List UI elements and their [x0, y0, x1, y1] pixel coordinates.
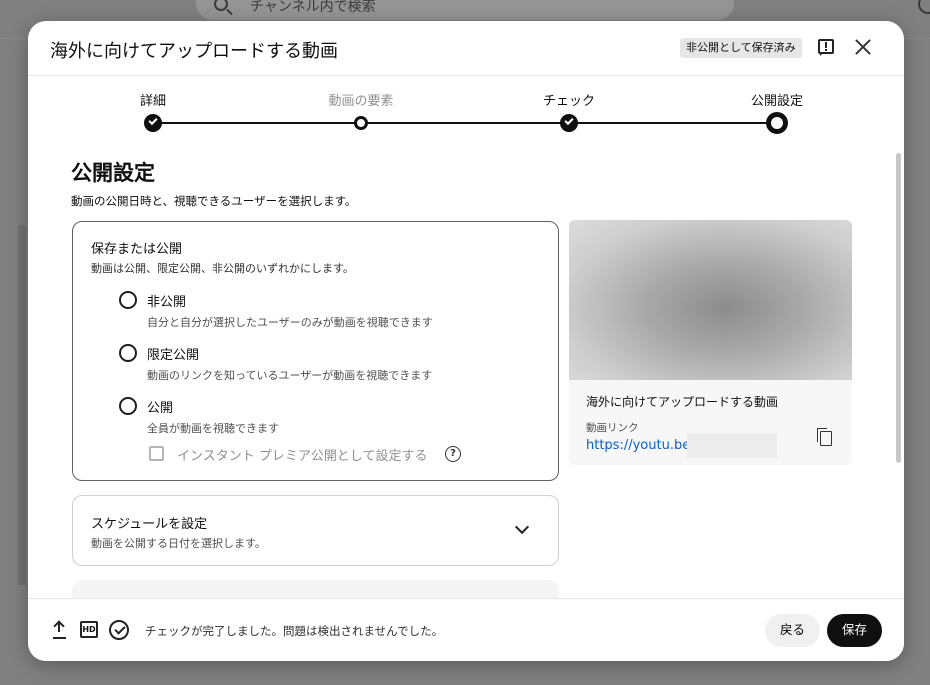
upload-dialog: 海外に向けてアップロードする動画 非公開として保存済み 詳細 動画の要素 チェッ…	[28, 21, 904, 661]
video-preview: 海外に向けてアップロードする動画 動画リンク https://youtu.be/	[569, 220, 852, 465]
schedule-description: 動画を公開する日付を選択します。	[91, 537, 266, 550]
dialog-header: 海外に向けてアップロードする動画 非公開として保存済み	[28, 21, 904, 76]
video-link[interactable]: https://youtu.be/	[586, 438, 695, 453]
dialog-footer: HD チェックが完了しました。問題は検出されませんでした。 戻る 保存	[28, 598, 904, 661]
divider	[18, 225, 26, 585]
hd-icon: HD	[80, 621, 98, 638]
radio-description-unlisted: 動画のリンクを知っているユーザーが動画を視聴できます	[147, 369, 433, 382]
feedback-icon-tail	[820, 52, 824, 56]
back-button[interactable]: 戻る	[765, 614, 820, 647]
save-button[interactable]: 保存	[827, 614, 882, 647]
card-description: 動画は公開、限定公開、非公開のいずれかにします。	[91, 262, 354, 275]
copy-icon[interactable]	[817, 428, 832, 446]
help-icon	[918, 0, 930, 14]
schedule-title: スケジュールを設定	[91, 517, 208, 532]
radio-label-private[interactable]: 非公開	[147, 291, 186, 310]
visibility-panel: 公開設定 動画の公開日時と、視聴できるユーザーを選択します。 保存または公開 動…	[28, 77, 904, 598]
video-link-label: 動画リンク	[586, 422, 639, 434]
radio-description-private: 自分と自分が選択したユーザーのみが動画を視聴できます	[147, 316, 433, 329]
help-icon[interactable]: ?	[445, 446, 461, 462]
card-title: 保存または公開	[91, 242, 183, 257]
status-badge: 非公開として保存済み	[680, 38, 802, 58]
preview-video-title: 海外に向けてアップロードする動画	[586, 395, 779, 409]
save-or-publish-card: 保存または公開 動画は公開、限定公開、非公開のいずれかにします。 非公開 自分と…	[72, 221, 559, 481]
section-description: 動画の公開日時と、視聴できるユーザーを選択します。	[71, 194, 357, 208]
close-icon[interactable]	[854, 38, 872, 56]
search-icon	[214, 0, 228, 11]
upload-icon	[53, 621, 65, 635]
video-thumbnail[interactable]	[569, 220, 852, 380]
footer-status-text: チェックが完了しました。問題は検出されませんでした。	[145, 624, 444, 638]
chevron-down-icon[interactable]	[514, 519, 530, 535]
link-redaction	[687, 433, 777, 458]
next-card	[72, 580, 559, 598]
dialog-title: 海外に向けてアップロードする動画	[50, 41, 338, 62]
check-circle-icon	[109, 620, 129, 640]
schedule-card[interactable]: スケジュールを設定 動画を公開する日付を選択します。	[72, 495, 559, 566]
radio-label-unlisted[interactable]: 限定公開	[147, 344, 199, 363]
upload-icon-base	[53, 637, 66, 639]
background-search-placeholder: チャンネル内で検索	[250, 0, 376, 15]
radio-label-public[interactable]: 公開	[147, 397, 173, 416]
radio-public[interactable]	[119, 397, 137, 415]
premiere-checkbox-label: インスタント プレミア公開として設定する	[177, 449, 428, 464]
radio-unlisted[interactable]	[119, 344, 137, 362]
scrollbar[interactable]	[896, 153, 901, 463]
radio-description-public: 全員が動画を視聴できます	[147, 422, 279, 435]
radio-private[interactable]	[119, 291, 137, 309]
premiere-checkbox[interactable]	[149, 446, 164, 461]
section-title: 公開設定	[71, 161, 155, 185]
